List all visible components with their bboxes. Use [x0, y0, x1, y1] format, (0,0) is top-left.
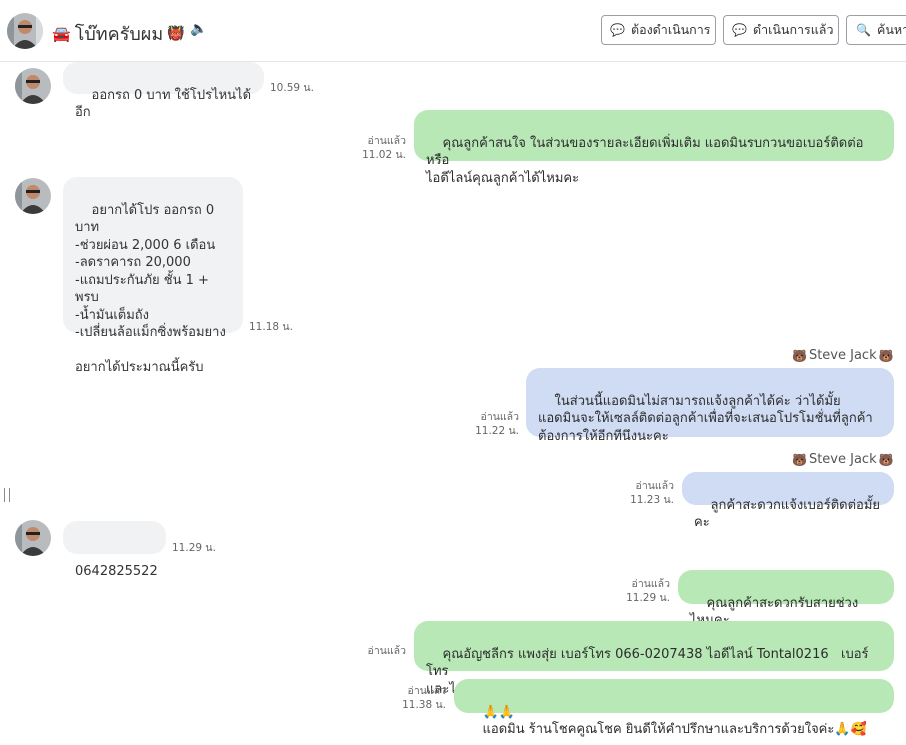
customer-avatar[interactable] [15, 68, 51, 104]
contact-avatar[interactable] [7, 13, 43, 49]
read-receipt: อ่านแล้ว 11.23 น. [630, 480, 674, 506]
person-icon: 🙏 [834, 722, 851, 737]
customer-avatar[interactable] [15, 520, 51, 556]
message-bubble[interactable]: คุณลูกค้าสะดวกรับสายช่วงไหนคะ [678, 570, 894, 628]
bear-icon: 🐻 [792, 452, 807, 467]
search-button[interactable]: 🔍 ค้นหา [846, 15, 906, 45]
speaker-icon[interactable]: 🔈 [190, 21, 207, 37]
message-bubble[interactable]: ในส่วนนี้แอดมินไม่สามารถแจ้งลูกค้าได้ค่ะ… [526, 368, 894, 444]
ogre-icon: 👹 [167, 25, 185, 42]
bear-icon: 🐻 [878, 452, 894, 467]
car-icon: 🚘 [52, 24, 71, 43]
heart-face-icon: 🥰 [850, 722, 867, 737]
resize-handle[interactable] [4, 488, 10, 502]
to-do-button[interactable]: 💬 ต้องดำเนินการ [601, 15, 716, 45]
sender-name: 🐻 Steve Jack 🐻 [792, 348, 894, 363]
contact-name: 🚘 โบ๊ทครับผม 👹 [52, 24, 185, 45]
read-receipt: อ่านแล้ว [367, 645, 406, 657]
message-time: 11.18 น. [249, 321, 293, 333]
message-time: 10.59 น. [270, 82, 314, 94]
read-receipt: อ่านแล้ว 11.29 น. [626, 578, 670, 604]
person-icon: 🙏 [498, 704, 515, 720]
read-receipt: อ่านแล้ว 11.38 น. [402, 685, 446, 711]
message-bubble[interactable]: อยากได้โปร ออกรถ 0 บาท -ช่วยผ่อน 2,000 6… [63, 177, 243, 375]
message-bubble[interactable]: 0642825522 [63, 521, 166, 579]
sender-name: 🐻 Steve Jack 🐻 [792, 452, 894, 467]
customer-avatar[interactable] [15, 178, 51, 214]
search-icon: 🔍 [856, 23, 871, 37]
done-button[interactable]: 💬 ดำเนินการแล้ว [723, 15, 839, 45]
read-receipt: อ่านแล้ว 11.22 น. [475, 411, 519, 437]
chat-check-icon: 💬 [732, 23, 747, 37]
read-receipt: อ่านแล้ว 11.02 น. [362, 135, 406, 161]
message-bubble[interactable]: ลูกค้าสะดวกแจ้งเบอร์ติดต่อมั้ยคะ [682, 472, 894, 530]
message-bubble[interactable]: คุณลูกค้าสนใจ ในส่วนของรายละเอียดเพิ่มเต… [414, 110, 894, 186]
bear-icon: 🐻 [792, 348, 807, 363]
message-list: ออกรถ 0 บาท ใช้โปรไหนได้อีก 10.59 น. อ่า… [0, 62, 906, 745]
bear-icon: 🐻 [878, 348, 894, 363]
message-time: 11.29 น. [172, 542, 216, 554]
message-bubble[interactable]: 🙏🙏 แอดมิน ร้านโชคคูณโชค ยินดีให้คำปรึกษา… [454, 679, 894, 737]
chat-bubble-icon: 💬 [610, 23, 625, 37]
message-bubble[interactable]: คุณอัญชลีกร แพงสุ่ย เบอร์โทร 066-0207438… [414, 621, 894, 697]
chat-header: 🚘 โบ๊ทครับผม 👹 🔈 💬 ต้องดำเนินการ 💬 ดำเนิ… [0, 0, 906, 62]
message-bubble[interactable]: ออกรถ 0 บาท ใช้โปรไหนได้อีก [63, 62, 264, 120]
person-icon: 🙏 [482, 704, 499, 720]
